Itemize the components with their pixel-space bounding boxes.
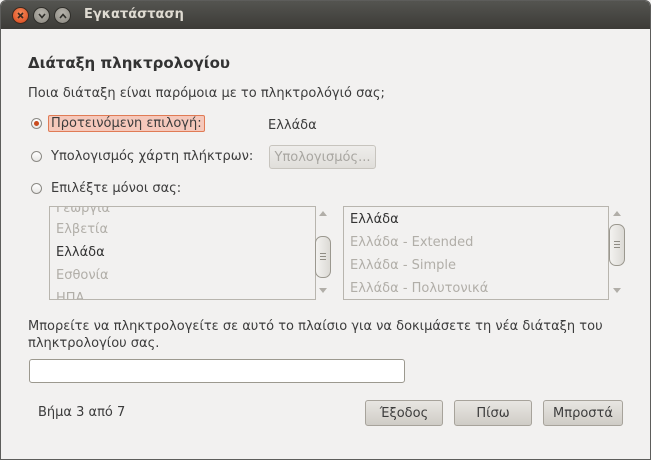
page-title: Διάταξη πληκτρολογίου xyxy=(28,54,231,72)
list-item[interactable]: Ελλάδα - Extended xyxy=(350,235,473,250)
test-hint-label: Μπορείτε να πληκτρολογείτε σε αυτό το πλ… xyxy=(28,319,603,351)
quit-button[interactable]: Έξοδος xyxy=(365,400,443,426)
country-scrollbar[interactable] xyxy=(315,208,331,298)
suggested-layout-value: Ελλάδα xyxy=(268,118,317,133)
scroll-down-icon[interactable] xyxy=(319,288,327,293)
guess-keymap-button[interactable]: Υπολογισμός... xyxy=(269,145,376,169)
titlebar: Εγκατάσταση xyxy=(1,1,650,29)
list-item[interactable]: Ελλάδα - Πολυτονικά xyxy=(350,281,488,296)
grip-line xyxy=(320,253,326,254)
radio-label-manual[interactable]: Επιλέξτε μόνοι σας: xyxy=(48,180,184,197)
maximize-icon[interactable] xyxy=(54,7,71,24)
list-item[interactable]: Ελλάδα xyxy=(350,212,399,227)
forward-button[interactable]: Μπροστά xyxy=(543,400,623,426)
scrollbar-thumb[interactable] xyxy=(315,236,331,278)
scroll-up-icon[interactable] xyxy=(319,211,327,216)
grip-line xyxy=(320,259,326,260)
step-indicator: Βήμα 3 από 7 xyxy=(38,405,126,420)
radio-button-guess[interactable] xyxy=(31,151,42,162)
radio-manual[interactable]: Επιλέξτε μόνοι σας: xyxy=(31,180,184,197)
radio-button-manual[interactable] xyxy=(31,183,42,194)
radio-guess[interactable]: Υπολογισμός χάρτη πλήκτρων: xyxy=(31,148,256,165)
radio-suggested[interactable]: Προτεινόμενη επιλογή: xyxy=(31,115,205,132)
question-label: Ποια διάταξη είναι παρόμοια με το πληκτρ… xyxy=(28,86,385,101)
list-item[interactable]: Ελλάδα - Simple xyxy=(350,258,456,273)
list-item[interactable]: Γεωργία xyxy=(56,207,110,216)
installer-window: Εγκατάσταση Διάταξη πληκτρολογίου Ποια δ… xyxy=(0,0,651,460)
scroll-down-icon[interactable] xyxy=(613,288,621,293)
radio-label-suggested[interactable]: Προτεινόμενη επιλογή: xyxy=(48,115,205,132)
scroll-up-icon[interactable] xyxy=(613,211,621,216)
test-input[interactable] xyxy=(29,359,405,383)
grip-line xyxy=(320,256,326,257)
close-icon[interactable] xyxy=(12,7,29,24)
list-item[interactable]: Ελβετία xyxy=(56,222,108,237)
radio-button-suggested[interactable] xyxy=(31,118,42,129)
scrollbar-thumb[interactable] xyxy=(609,224,625,266)
back-button[interactable]: Πίσω xyxy=(454,400,532,426)
list-item[interactable]: ΗΠΑ xyxy=(56,291,84,299)
window-title: Εγκατάσταση xyxy=(84,7,184,22)
variant-list[interactable]: Ελλάδα Ελλάδα - Extended Ελλάδα - Simple… xyxy=(343,206,609,300)
minimize-icon[interactable] xyxy=(33,7,50,24)
grip-line xyxy=(614,241,620,242)
grip-line xyxy=(614,247,620,248)
radio-label-guess[interactable]: Υπολογισμός χάρτη πλήκτρων: xyxy=(48,148,256,165)
country-list[interactable]: Γεωργία Ελβετία Ελλάδα Εσθονία ΗΠΑ xyxy=(49,206,316,300)
variant-scrollbar[interactable] xyxy=(609,208,625,298)
radio-selected-dot xyxy=(34,121,39,126)
content-area: Διάταξη πληκτρολογίου Ποια διάταξη είναι… xyxy=(1,29,650,459)
list-item[interactable]: Εσθονία xyxy=(56,268,109,283)
list-item[interactable]: Ελλάδα xyxy=(56,245,105,260)
grip-line xyxy=(614,244,620,245)
